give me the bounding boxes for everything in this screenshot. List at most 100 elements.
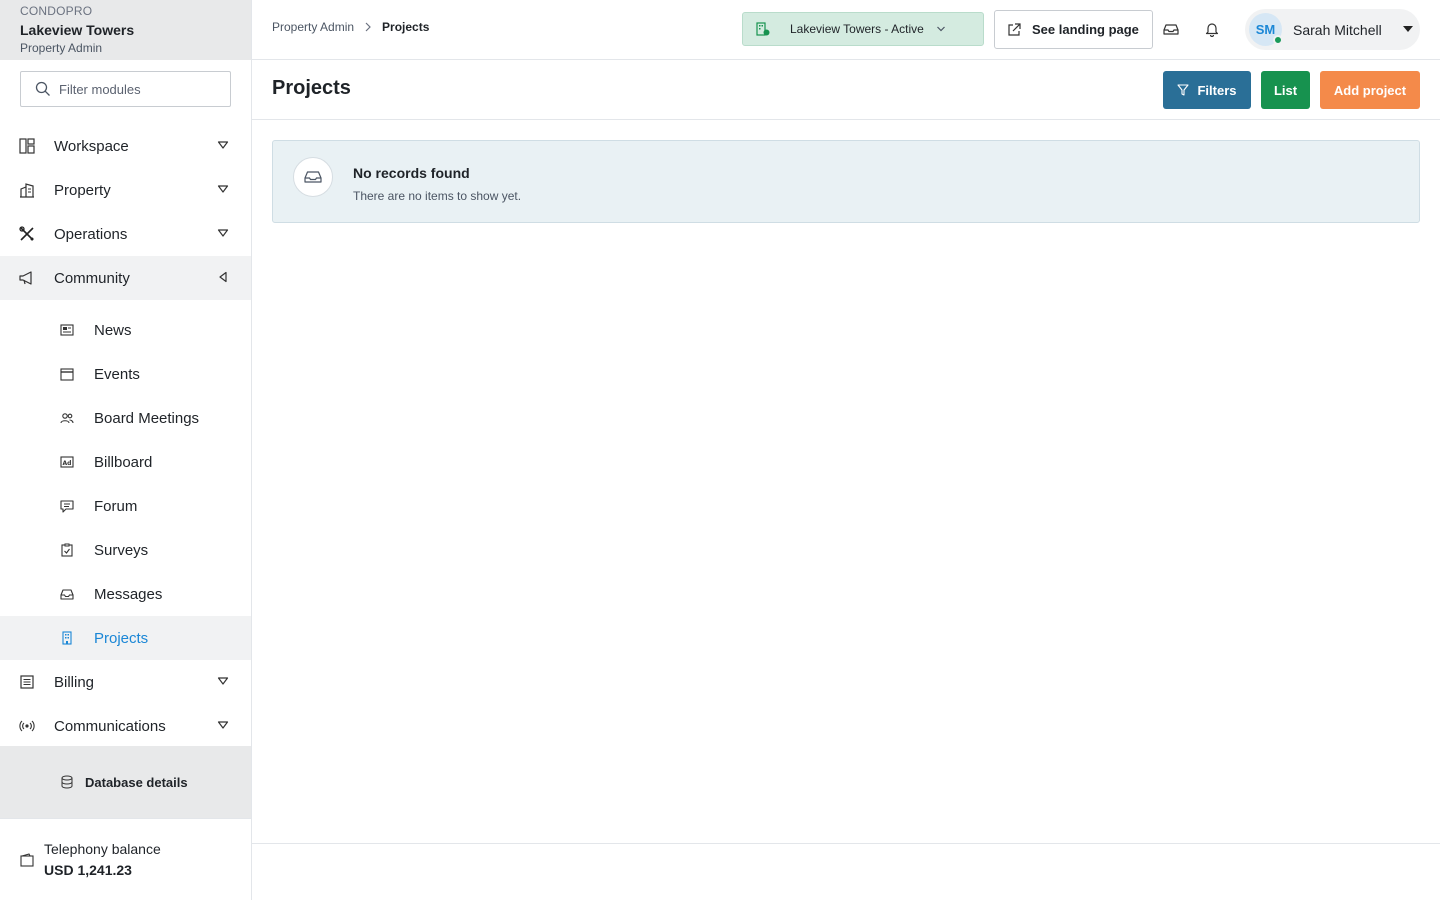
sidebar-item-label: Operations	[54, 225, 128, 243]
sidebar-item-label: Forum	[94, 497, 138, 515]
layout-icon	[19, 138, 35, 154]
chat-icon	[60, 499, 74, 513]
sidebar-item-communications[interactable]: Communications	[0, 704, 251, 748]
add-project-button[interactable]: Add project	[1320, 71, 1420, 109]
sidebar-item-events[interactable]: Events	[0, 352, 251, 396]
sidebar-item-label: Billboard	[94, 453, 153, 471]
building-status-icon	[756, 22, 770, 36]
sidebar-item-news[interactable]: News	[0, 308, 251, 352]
sidebar-item-messages[interactable]: Messages	[0, 572, 251, 616]
property-selector-label: Lakeview Towers - Active	[790, 22, 924, 36]
caret-down-icon	[217, 183, 229, 195]
sidebar-item-community[interactable]: Community	[0, 256, 251, 300]
empty-state-message: There are no items to show yet.	[353, 189, 522, 203]
sidebar-item-label: Community	[54, 269, 130, 287]
brand-header: CONDOPRO Lakeview Towers Property Admin	[0, 0, 251, 60]
see-landing-page-label: See landing page	[1032, 22, 1139, 37]
sidebar-item-label: Board Meetings	[94, 409, 200, 427]
external-link-icon	[1006, 22, 1022, 38]
wallet-icon	[20, 852, 34, 867]
caret-down-icon	[217, 719, 229, 731]
balance-label: Telephony balance	[44, 840, 161, 857]
user-menu[interactable]: SM Sarah Mitchell	[1245, 9, 1420, 50]
see-landing-page-button[interactable]: See landing page	[994, 10, 1153, 49]
sidebar-item-label: Communications	[54, 717, 166, 735]
svg-text:Ad: Ad	[63, 460, 72, 467]
sidebar-item-board-meetings[interactable]: Board Meetings	[0, 396, 251, 440]
list-label: List	[1273, 82, 1298, 98]
footer-divider	[252, 843, 1440, 844]
filter-modules-input[interactable]	[59, 81, 219, 97]
caret-down-icon	[217, 139, 229, 151]
list-view-button[interactable]: List	[1261, 71, 1310, 109]
bell-icon[interactable]	[1204, 21, 1220, 37]
sidebar-item-billboard[interactable]: Ad Billboard	[0, 440, 251, 484]
calendar-icon	[60, 367, 74, 381]
page-header: Projects Filters List Add project	[252, 60, 1440, 120]
caret-down-icon	[217, 675, 229, 687]
sidebar: CONDOPRO Lakeview Towers Property Admin …	[0, 0, 252, 900]
telephony-balance: Telephony balance USD 1,241.23	[0, 818, 251, 900]
megaphone-icon	[19, 270, 35, 286]
community-submenu: News Events Board Meetings Ad Billboard	[0, 300, 251, 660]
sidebar-item-label: News	[94, 321, 132, 339]
property-selector[interactable]: Lakeview Towers - Active	[742, 12, 984, 46]
sidebar-item-label: Property	[54, 181, 111, 199]
user-name: Sarah Mitchell	[1293, 21, 1382, 38]
sidebar-item-label: Messages	[94, 585, 163, 603]
sidebar-item-billing[interactable]: Billing	[0, 660, 251, 704]
online-status-dot	[1273, 35, 1283, 45]
empty-inbox-icon	[293, 157, 333, 197]
filters-button[interactable]: Filters	[1163, 71, 1251, 109]
sidebar-item-property[interactable]: Property	[0, 168, 251, 212]
caret-down-icon	[217, 227, 229, 239]
ad-icon: Ad	[60, 455, 74, 469]
filter-modules-field[interactable]	[20, 71, 231, 107]
people-icon	[60, 411, 74, 425]
sidebar-item-surveys[interactable]: Surveys	[0, 528, 251, 572]
org-name: CONDOPRO	[20, 4, 93, 18]
breadcrumb: Property Admin Projects	[272, 20, 429, 34]
page-title: Projects	[272, 77, 351, 99]
receipt-icon	[19, 674, 35, 690]
sidebar-item-label: Workspace	[54, 137, 129, 155]
sidebar-item-label: Events	[94, 365, 140, 383]
sidebar-item-label: Surveys	[94, 541, 149, 559]
sidebar-nav: Workspace Property Operations Community …	[0, 124, 251, 748]
empty-state-title: No records found	[353, 165, 470, 181]
tools-icon	[19, 226, 35, 242]
chevron-down-icon	[936, 25, 946, 33]
caret-down-icon	[1402, 24, 1414, 34]
building-icon	[19, 182, 35, 198]
newspaper-icon	[60, 323, 74, 337]
sidebar-item-workspace[interactable]: Workspace	[0, 124, 251, 168]
inbox-icon	[60, 587, 74, 601]
sidebar-item-projects[interactable]: Projects	[0, 616, 251, 660]
search-icon	[35, 81, 51, 97]
database-icon	[61, 775, 73, 789]
chevron-right-icon	[364, 22, 372, 32]
filters-label: Filters	[1197, 82, 1237, 98]
top-bar: Property Admin Projects Lakeview Towers …	[252, 0, 1440, 60]
add-project-label: Add project	[1333, 82, 1407, 98]
breadcrumb-root[interactable]: Property Admin	[272, 20, 354, 34]
broadcast-icon	[19, 718, 35, 734]
sidebar-item-forum[interactable]: Forum	[0, 484, 251, 528]
property-name: Lakeview Towers	[20, 22, 135, 38]
sidebar-item-operations[interactable]: Operations	[0, 212, 251, 256]
empty-state: No records found There are no items to s…	[272, 140, 1420, 223]
sidebar-item-label: Billing	[54, 673, 95, 691]
user-role: Property Admin	[20, 41, 103, 55]
database-details-label: Database details	[85, 774, 188, 790]
funnel-icon	[1177, 84, 1190, 96]
clipboard-icon	[60, 543, 74, 557]
balance-value: USD 1,241.23	[44, 861, 132, 878]
sidebar-item-label: Projects	[94, 629, 149, 647]
inbox-icon[interactable]	[1163, 21, 1179, 37]
caret-left-icon	[217, 271, 229, 283]
breadcrumb-current: Projects	[382, 20, 430, 34]
database-details-button[interactable]: Database details	[0, 746, 251, 818]
building-icon	[60, 631, 74, 645]
avatar-initials: SM	[1255, 22, 1276, 37]
avatar: SM	[1249, 13, 1283, 46]
